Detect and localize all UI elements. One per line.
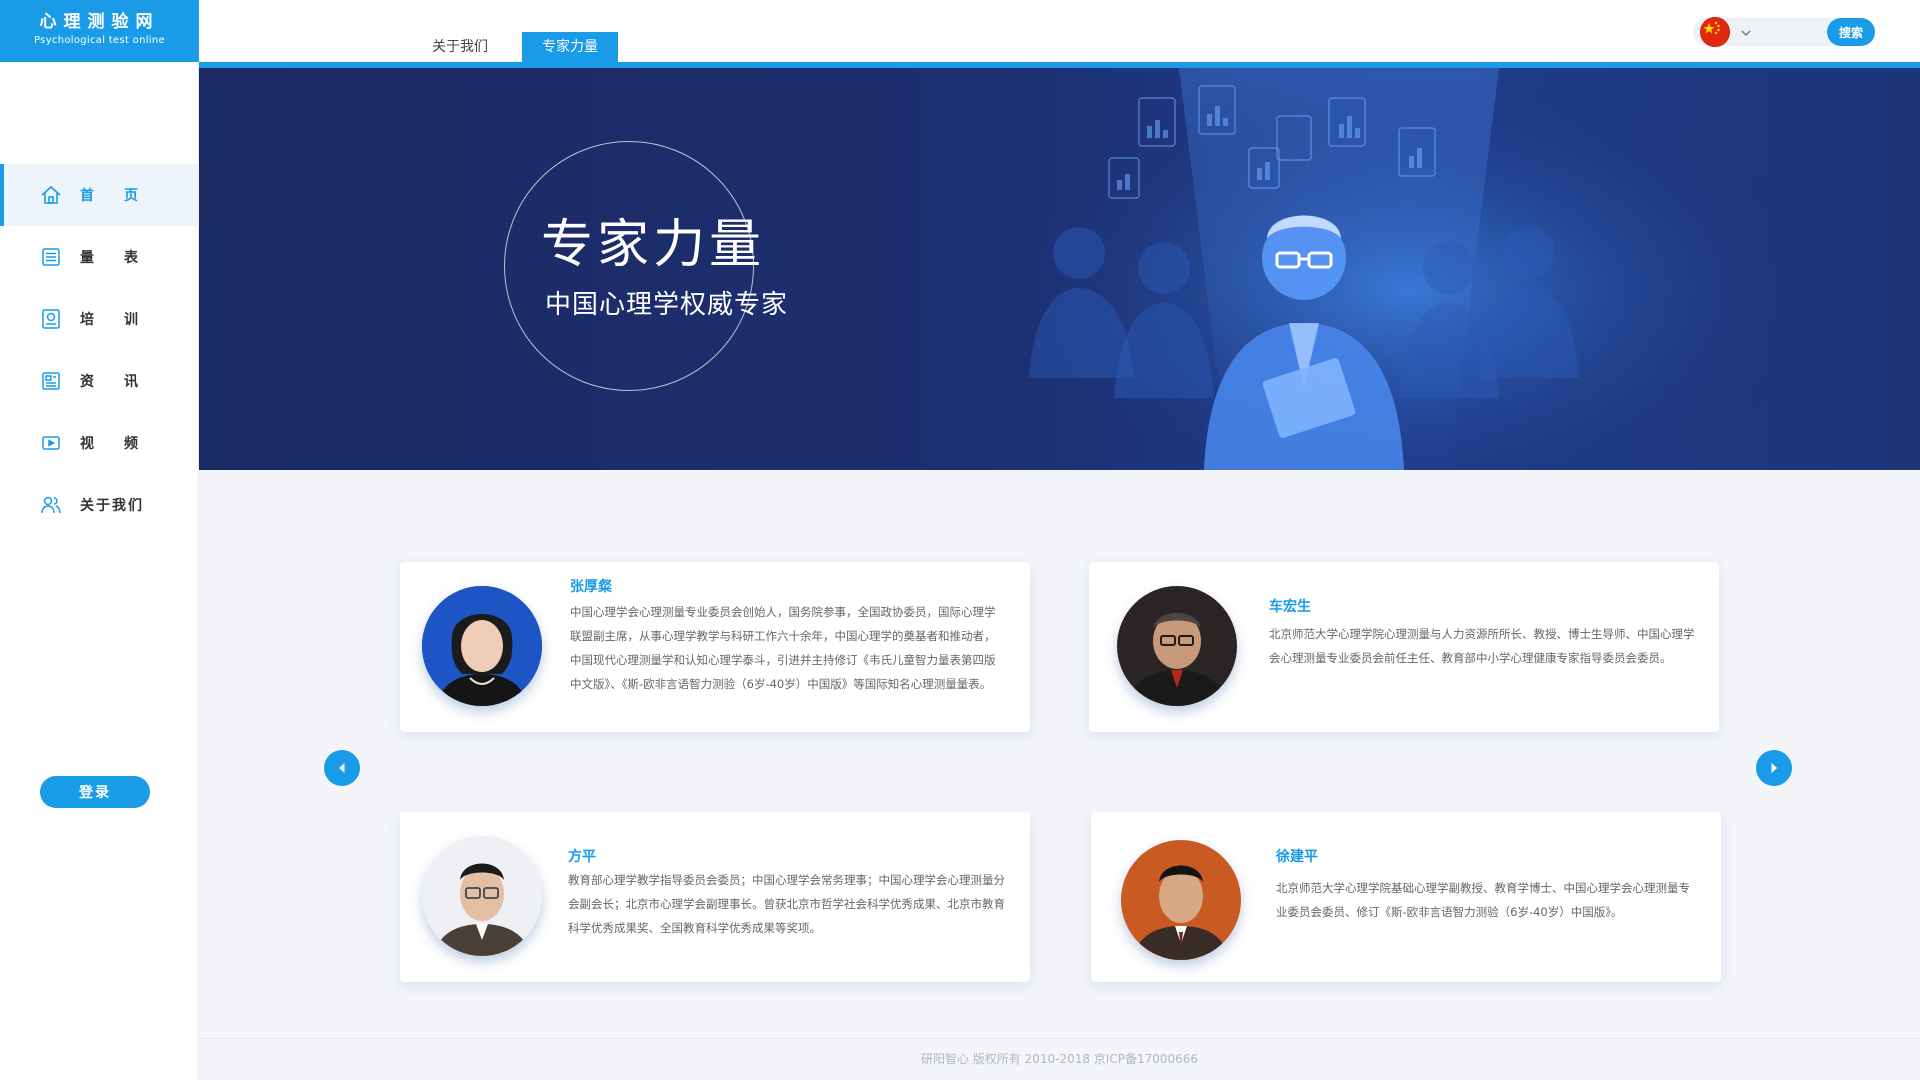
expert-card[interactable]: 张厚粲 中国心理学会心理测量专业委员会创始人，国务院参事，全国政协委员，国际心理… (400, 562, 1030, 732)
expert-card[interactable]: 徐建平 北京师范大学心理学院基础心理学副教授、教育学博士、中国心理学会心理测量专… (1091, 812, 1721, 982)
chevron-right-icon (1771, 763, 1777, 773)
sidebar-item-label: 视频 (80, 436, 168, 452)
expert-description: 北京师范大学心理学院心理测量与人力资源所所长、教授、博士生导师、中国心理学会心理… (1269, 627, 1695, 665)
training-icon (40, 308, 62, 330)
footer-copyright: 研阳智心 版权所有 2010-2018 京ICP备17000666 (199, 1038, 1920, 1080)
expert-name: 方平 (568, 849, 596, 865)
expert-card[interactable]: 车宏生 北京师范大学心理学院心理测量与人力资源所所长、教授、博士生导师、中国心理… (1089, 562, 1719, 732)
site-logo[interactable]: 心理测验网 Psychological test online (0, 0, 199, 62)
carousel-prev-button[interactable] (324, 750, 360, 786)
expert-description: 北京师范大学心理学院基础心理学副教授、教育学博士、中国心理学会心理测量专业委员会… (1276, 881, 1690, 919)
logo-subtitle: Psychological test online (34, 35, 165, 46)
top-bar: 关于我们 专家力量 搜索 (199, 0, 1920, 68)
expert-name: 徐建平 (1276, 849, 1318, 865)
news-icon (40, 370, 62, 392)
expert-card[interactable]: 方平 教育部心理学教学指导委员会委员；中国心理学会常务理事；中国心理学会心理测量… (400, 812, 1030, 982)
carousel-next-button[interactable] (1756, 750, 1792, 786)
sidebar-item-about[interactable]: 关于我们 (0, 474, 199, 536)
chevron-down-icon[interactable] (1740, 24, 1752, 43)
login-button[interactable]: 登录 (40, 776, 150, 808)
sidebar-item-label: 关于我们 (80, 498, 144, 514)
expert-name: 车宏生 (1269, 599, 1311, 615)
tab-about[interactable]: 关于我们 (412, 32, 508, 62)
sidebar-item-scales[interactable]: 量表 (0, 226, 199, 288)
sidebar: 心理测验网 Psychological test online 首页 量表 培训 (0, 0, 199, 1080)
list-icon (40, 246, 62, 268)
sidebar-item-video[interactable]: 视频 (0, 412, 199, 474)
sidebar-nav: 首页 量表 培训 资讯 视频 关于我们 (0, 164, 199, 536)
users-icon (40, 494, 62, 516)
expert-illustration (1029, 68, 1789, 470)
sidebar-item-home[interactable]: 首页 (0, 164, 199, 226)
china-flag-icon[interactable] (1700, 17, 1730, 47)
expert-avatar (422, 836, 542, 956)
sidebar-item-news[interactable]: 资讯 (0, 350, 199, 412)
logo-title: 心理测验网 (39, 12, 160, 32)
sidebar-item-label: 资讯 (80, 374, 168, 390)
home-icon (40, 184, 62, 206)
chevron-left-icon (339, 763, 345, 773)
video-icon (40, 432, 62, 454)
expert-avatar (1121, 840, 1241, 960)
sidebar-item-label: 培训 (80, 312, 168, 328)
banner-subtitle: 中国心理学权威专家 (545, 290, 789, 320)
banner-title: 专家力量 (541, 215, 766, 275)
expert-avatar (422, 586, 542, 706)
expert-avatar (1117, 586, 1237, 706)
hero-banner: 专家力量 中国心理学权威专家 (199, 68, 1920, 470)
expert-name: 张厚粲 (570, 579, 612, 595)
expert-description: 教育部心理学教学指导委员会委员；中国心理学会常务理事；中国心理学会心理测量分会副… (568, 873, 1005, 935)
sidebar-item-label: 首页 (80, 188, 168, 204)
tab-experts[interactable]: 专家力量 (522, 32, 618, 62)
sidebar-item-training[interactable]: 培训 (0, 288, 199, 350)
sidebar-item-label: 量表 (80, 250, 168, 266)
expert-description: 中国心理学会心理测量专业委员会创始人，国务院参事，全国政协委员，国际心理学联盟副… (570, 605, 996, 691)
search-button[interactable]: 搜索 (1827, 18, 1875, 46)
